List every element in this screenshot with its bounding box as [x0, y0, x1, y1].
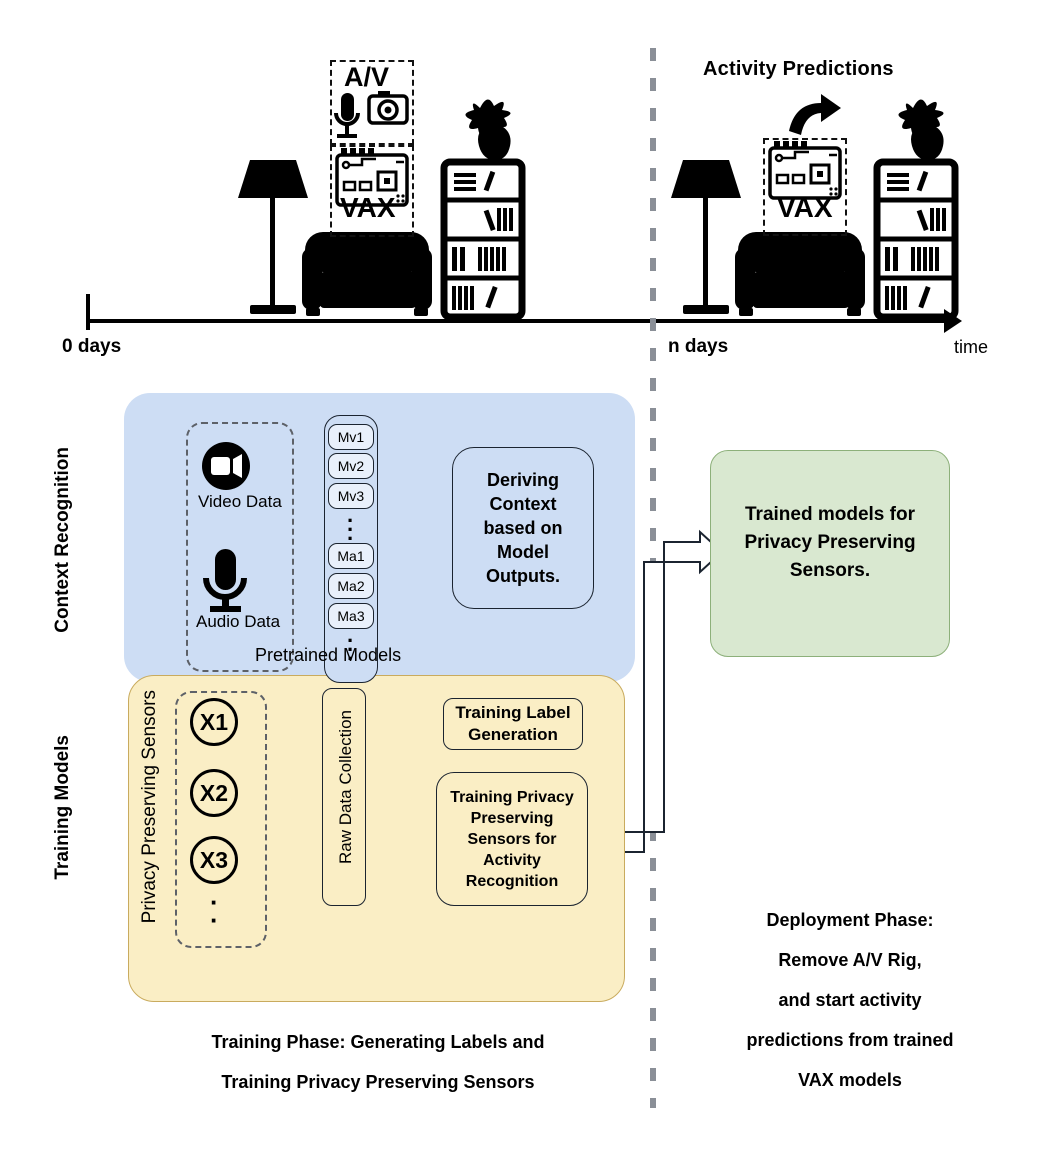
sensor-x2[interactable]: X2	[190, 769, 238, 817]
potted-plant-icon	[465, 99, 511, 160]
training-models-section-label: Training Models	[52, 735, 73, 880]
trained-models-label: Trained models for Privacy Preserving Se…	[744, 504, 916, 581]
timeline-mid-label: n days	[668, 336, 729, 357]
av-rig-label: A/V	[344, 62, 390, 92]
vax-label-right: VAX	[777, 192, 833, 223]
raw-data-collection-label: Raw Data Collection	[336, 710, 355, 865]
trained-models-box[interactable]: Trained models for Privacy Preserving Se…	[710, 450, 950, 657]
model-mv2[interactable]: Mv2	[328, 453, 374, 479]
diagram-canvas: Trained models for Privacy Preserving Se…	[0, 0, 1062, 1160]
training-phase-caption: Training Phase: Generating Labels and Tr…	[211, 1032, 545, 1092]
model-ma3[interactable]: Ma3	[328, 603, 374, 629]
video-data-label: Video Data	[198, 492, 282, 511]
privacy-sensors-group-label: Privacy Preserving Sensors	[139, 690, 160, 924]
sofa-icon	[302, 232, 432, 316]
vax-label-left: VAX	[340, 192, 396, 223]
ellipsis-video-models: · · ·	[347, 508, 355, 551]
sensor-x1[interactable]: X1	[190, 698, 238, 746]
deriving-context-box[interactable]: Deriving Context based on Model Outputs.	[452, 447, 594, 609]
training-sensors-label: Training Privacy Preserving Sensors for …	[450, 788, 574, 890]
timeline-axis-label: time	[954, 337, 989, 357]
potted-plant-icon	[898, 99, 944, 160]
training-sensors-box[interactable]: Training Privacy Preserving Sensors for …	[436, 772, 588, 906]
ellipsis-sensors: · ·	[210, 887, 219, 935]
activity-predictions-label: Activity Predictions	[703, 58, 894, 80]
training-label-generation-label: Training Label Generation	[455, 703, 571, 744]
audio-data-label: Audio Data	[196, 612, 281, 631]
deriving-context-label: Deriving Context based on Model Outputs.	[483, 470, 563, 586]
timeline-start-label: 0 days	[62, 336, 122, 357]
sofa-icon	[735, 232, 865, 316]
model-ma2[interactable]: Ma2	[328, 573, 374, 599]
av-data-sources-group	[186, 422, 294, 672]
pretrained-models-label: Pretrained Models	[255, 645, 402, 665]
curved-arrow-icon	[789, 94, 841, 135]
deployment-phase-caption: Deployment Phase: Remove A/V Rig, and st…	[746, 910, 954, 1090]
model-mv3[interactable]: Mv3	[328, 483, 374, 509]
bookshelf-icon	[873, 158, 959, 321]
bookshelf-icon	[440, 158, 526, 321]
floor-lamp-icon	[238, 160, 308, 314]
sensor-x3[interactable]: X3	[190, 836, 238, 884]
context-recognition-section-label: Context Recognition	[52, 447, 73, 633]
floor-lamp-icon	[671, 160, 741, 314]
training-label-generation-box[interactable]: Training Label Generation	[443, 698, 583, 750]
model-mv1[interactable]: Mv1	[328, 424, 374, 450]
model-ma1[interactable]: Ma1	[328, 543, 374, 569]
